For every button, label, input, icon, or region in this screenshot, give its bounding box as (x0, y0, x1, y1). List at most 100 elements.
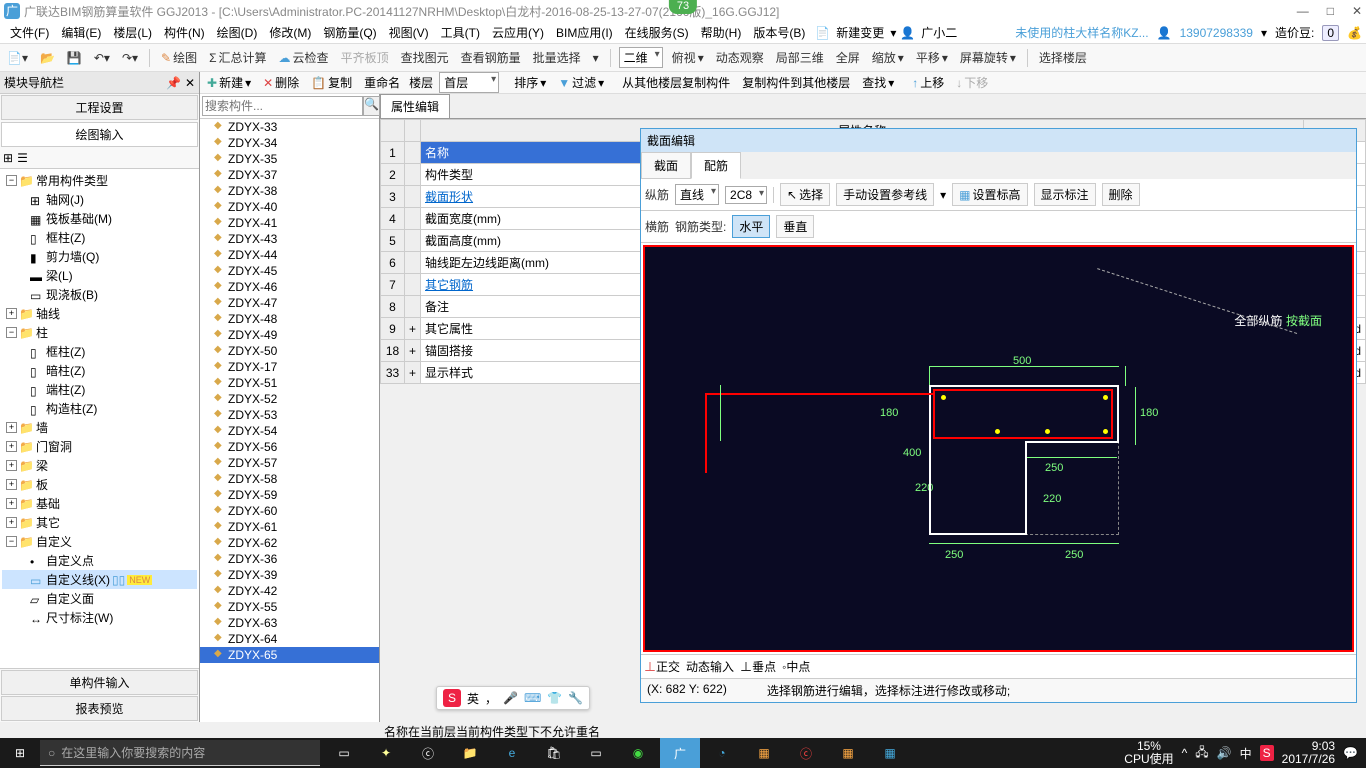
ime-keyboard-icon[interactable]: ⌨ (524, 691, 541, 705)
tree-item[interactable]: ▯框柱(Z) (2, 228, 197, 247)
tray-volume-icon[interactable]: 🔊 (1217, 746, 1232, 760)
menu-version[interactable]: 版本号(B) (747, 24, 811, 41)
tray-network-icon[interactable]: 🖧 (1195, 743, 1208, 764)
midpoint-button[interactable]: ◦中点 (782, 658, 810, 675)
tree-door[interactable]: +📁门窗洞 (2, 437, 197, 456)
component-item[interactable]: ZDYX-37 (200, 167, 379, 183)
component-item[interactable]: ZDYX-65 (200, 647, 379, 663)
component-item[interactable]: ZDYX-56 (200, 439, 379, 455)
copy-button[interactable]: 📋复制 (308, 74, 355, 91)
top-view-button[interactable]: 俯视▾ (669, 49, 707, 66)
screen-rotate-button[interactable]: 屏幕旋转▾ (957, 49, 1019, 66)
tray-sogou-icon[interactable]: S (1260, 745, 1274, 761)
component-item[interactable]: ZDYX-51 (200, 375, 379, 391)
floor-combo[interactable]: 首层 (439, 72, 499, 93)
menu-online[interactable]: 在线服务(S) (619, 24, 695, 41)
ime-settings-icon[interactable]: 🔧 (568, 691, 583, 705)
app-icon[interactable]: ▭ (576, 738, 616, 768)
component-item[interactable]: ZDYX-17 (200, 359, 379, 375)
phone-number[interactable]: 13907298339 (1180, 26, 1253, 40)
tray-clock[interactable]: 9:032017/7/26 (1282, 740, 1335, 766)
sum-calc-button[interactable]: Σ汇总计算 (206, 49, 269, 66)
select-button[interactable]: ↖选择 (780, 183, 830, 206)
app-icon[interactable]: ⓒ (408, 738, 448, 768)
app-icon[interactable]: ◉ (618, 738, 658, 768)
tree-item[interactable]: ▯构造柱(Z) (2, 399, 197, 418)
show-label-button[interactable]: 显示标注 (1034, 183, 1096, 206)
unused-link[interactable]: 未使用的柱大样名称KZ... (1015, 24, 1148, 41)
tab-report-preview[interactable]: 报表预览 (1, 696, 198, 721)
undo-button[interactable]: ↶▾ (91, 51, 113, 65)
move-up-button[interactable]: ↑上移 (909, 74, 947, 91)
component-item[interactable]: ZDYX-47 (200, 295, 379, 311)
tray-ime-label[interactable]: 中 (1240, 745, 1252, 762)
vertical-button[interactable]: 垂直 (776, 215, 814, 238)
component-item[interactable]: ZDYX-61 (200, 519, 379, 535)
component-item[interactable]: ZDYX-54 (200, 423, 379, 439)
tab-single-input[interactable]: 单构件输入 (1, 670, 198, 695)
rebar-spec-combo[interactable]: 2C8 (725, 186, 767, 204)
store-icon[interactable]: 🛍 (534, 738, 574, 768)
menu-edit[interactable]: 编辑(E) (55, 24, 107, 41)
nav-close-icon[interactable]: ✕ (185, 76, 195, 90)
edge-icon[interactable]: e (492, 738, 532, 768)
ime-bar[interactable]: S 英 ， 🎤 ⌨ 👕 🔧 (436, 686, 590, 710)
component-item[interactable]: ZDYX-49 (200, 327, 379, 343)
cpu-meter[interactable]: 15%CPU使用 (1124, 740, 1173, 766)
phone-dropdown-icon[interactable]: ▾ (1261, 26, 1267, 40)
tree-item[interactable]: ▱自定义面 (2, 589, 197, 608)
tab-draw-input[interactable]: 绘图输入 (1, 122, 198, 147)
tree-beam[interactable]: +📁梁 (2, 456, 197, 475)
component-item[interactable]: ZDYX-46 (200, 279, 379, 295)
menu-view[interactable]: 视图(V) (383, 24, 435, 41)
component-item[interactable]: ZDYX-60 (200, 503, 379, 519)
view-2d-combo[interactable]: 二维 (619, 47, 663, 68)
taskbar-search[interactable]: ○ 在这里输入你要搜索的内容 (40, 740, 320, 766)
manual-ref-button[interactable]: 手动设置参考线 (836, 183, 934, 206)
move-down-button[interactable]: ↓下移 (953, 74, 991, 91)
component-item[interactable]: ZDYX-44 (200, 247, 379, 263)
component-item[interactable]: ZDYX-64 (200, 631, 379, 647)
tree-item[interactable]: ▦筏板基础(M) (2, 209, 197, 228)
component-item[interactable]: ZDYX-38 (200, 183, 379, 199)
cloud-check-button[interactable]: ☁云检查 (276, 49, 332, 66)
new-file-button[interactable]: 📄▾ (4, 51, 31, 65)
component-item[interactable]: ZDYX-45 (200, 263, 379, 279)
find-element-button[interactable]: 查找图元 (398, 49, 452, 66)
component-item[interactable]: ZDYX-58 (200, 471, 379, 487)
view-rebar-button[interactable]: 查看钢筋量 (458, 49, 524, 66)
copy-to-floor-button[interactable]: 复制构件到其他楼层 (739, 74, 853, 91)
tree-foundation[interactable]: +📁基础 (2, 494, 197, 513)
tab-rebar[interactable]: 配筋 (691, 152, 741, 179)
app-icon[interactable]: ▦ (870, 738, 910, 768)
tab-project-settings[interactable]: 工程设置 (1, 95, 198, 120)
perpend-button[interactable]: ⊥垂点 (740, 658, 776, 675)
ime-punct-icon[interactable]: ， (485, 690, 497, 707)
component-item[interactable]: ZDYX-43 (200, 231, 379, 247)
component-item[interactable]: ZDYX-55 (200, 599, 379, 615)
ime-mic-icon[interactable]: 🎤 (503, 691, 518, 705)
component-item[interactable]: ZDYX-62 (200, 535, 379, 551)
tree-item[interactable]: ▬梁(L) (2, 266, 197, 285)
tray-notifications-icon[interactable]: 💬 (1343, 746, 1358, 760)
line-type-combo[interactable]: 直线 (675, 184, 719, 205)
maximize-button[interactable]: □ (1327, 4, 1334, 18)
user-name[interactable]: 广小二 (915, 24, 963, 41)
dynamic-observe-button[interactable]: 动态观察 (713, 49, 767, 66)
close-button[interactable]: ✕ (1352, 4, 1362, 18)
select-floor-button[interactable]: 选择楼层 (1036, 49, 1090, 66)
menu-modify[interactable]: 修改(M) (263, 24, 317, 41)
component-item[interactable]: ZDYX-41 (200, 215, 379, 231)
component-item[interactable]: ZDYX-34 (200, 135, 379, 151)
taskview-icon[interactable]: ▭ (324, 738, 364, 768)
app-icon[interactable]: 广 (660, 738, 700, 768)
tree-common-types[interactable]: −📁常用构件类型 (2, 171, 197, 190)
find-button[interactable]: 查找▾ (859, 74, 897, 91)
new-change-button[interactable]: 新建变更 (830, 24, 890, 41)
tree-item[interactable]: ▯端柱(Z) (2, 380, 197, 399)
tree-item[interactable]: ⊞轴网(J) (2, 190, 197, 209)
component-list[interactable]: ZDYX-33ZDYX-34ZDYX-35ZDYX-37ZDYX-38ZDYX-… (200, 119, 379, 722)
menu-rebar[interactable]: 钢筋量(Q) (317, 24, 382, 41)
tab-section[interactable]: 截面 (641, 152, 691, 179)
minimize-button[interactable]: — (1297, 4, 1309, 18)
